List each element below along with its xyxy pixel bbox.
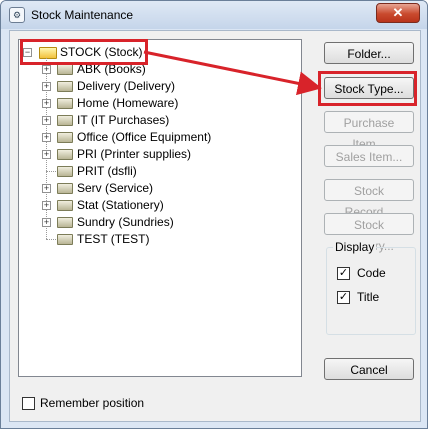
stock-maintenance-window: ⚙ Stock Maintenance ✕ − STOCK (Stock) + A… xyxy=(0,0,428,429)
annotation-arrow xyxy=(143,50,322,96)
annotation-arrow-line xyxy=(143,50,322,96)
